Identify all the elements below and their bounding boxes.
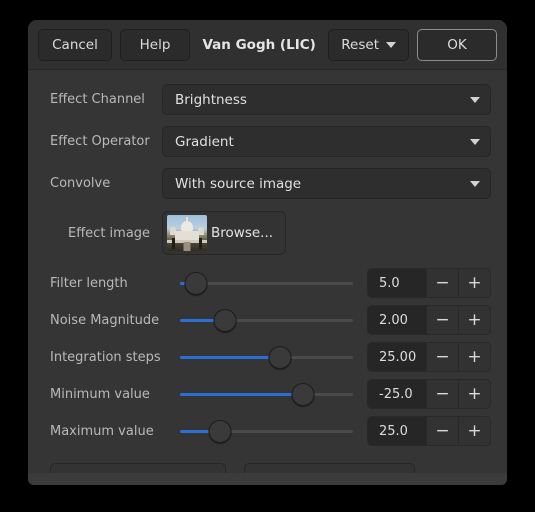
reset-button-label: Reset bbox=[341, 36, 379, 53]
decrement-button[interactable]: − bbox=[426, 269, 458, 297]
ok-button[interactable]: OK bbox=[417, 28, 497, 61]
cancel-button-label: Cancel bbox=[52, 36, 98, 53]
help-button-label: Help bbox=[139, 36, 171, 53]
integration-steps-label: Integration steps bbox=[50, 349, 161, 365]
maximum-value-input[interactable]: 25.0 bbox=[368, 417, 426, 445]
effect-channel-value: Brightness bbox=[175, 91, 247, 108]
noise-magnitude-input[interactable]: 2.00 bbox=[368, 306, 426, 334]
decrement-button[interactable]: − bbox=[426, 343, 458, 371]
slider-fill bbox=[180, 355, 281, 359]
increment-button[interactable]: + bbox=[458, 380, 490, 408]
dialog-title: Van Gogh (LIC) bbox=[202, 36, 316, 53]
reset-button[interactable]: Reset bbox=[328, 28, 409, 61]
effect-channel-label: Effect Channel bbox=[50, 92, 145, 107]
convolve-dropdown[interactable]: With source image bbox=[162, 168, 491, 199]
maximum-value-spinbox[interactable]: 25.0 − + bbox=[367, 416, 491, 446]
cancel-button[interactable]: Cancel bbox=[38, 28, 112, 61]
maximum-value-slider[interactable] bbox=[174, 416, 353, 446]
slider-handle[interactable] bbox=[184, 271, 208, 295]
effect-operator-value: Gradient bbox=[175, 133, 234, 150]
increment-button[interactable]: + bbox=[458, 343, 490, 371]
filter-length-spinbox[interactable]: 5.0 − + bbox=[367, 268, 491, 298]
browse-button-label: Browse... bbox=[211, 225, 274, 241]
slider-row-maximum-value: Maximum value 25.0 − + bbox=[40, 416, 491, 446]
effect-image-thumbnail bbox=[167, 215, 207, 251]
effect-image-row: Effect image Browse... bbox=[40, 210, 491, 256]
option-row-convolve: Convolve With source image bbox=[40, 168, 491, 199]
filter-length-label: Filter length bbox=[50, 275, 128, 291]
chevron-down-icon bbox=[470, 180, 480, 187]
decrement-button[interactable]: − bbox=[426, 417, 458, 445]
slider-handle[interactable] bbox=[268, 345, 292, 369]
increment-button[interactable]: + bbox=[458, 269, 490, 297]
filter-length-input[interactable]: 5.0 bbox=[368, 269, 426, 297]
slider-row-filter-length: Filter length 5.0 − + bbox=[40, 268, 491, 298]
slider-handle[interactable] bbox=[208, 419, 232, 443]
minimum-value-label: Minimum value bbox=[50, 386, 150, 402]
convolve-value: With source image bbox=[175, 175, 302, 192]
slider-handle[interactable] bbox=[213, 308, 237, 332]
slider-row-integration-steps: Integration steps 25.00 − + bbox=[40, 342, 491, 372]
integration-steps-slider[interactable] bbox=[174, 342, 353, 372]
noise-magnitude-spinbox[interactable]: 2.00 − + bbox=[367, 305, 491, 335]
option-row-effect-operator: Effect Operator Gradient bbox=[40, 126, 491, 157]
dialog-header: Cancel Help Van Gogh (LIC) Reset OK bbox=[28, 20, 507, 70]
effect-image-label: Effect image bbox=[68, 225, 151, 241]
effect-channel-dropdown[interactable]: Brightness bbox=[162, 84, 491, 115]
chevron-down-icon bbox=[470, 138, 480, 145]
dialog-bottom-strip bbox=[28, 473, 507, 485]
minimum-value-input[interactable]: -25.0 bbox=[368, 380, 426, 408]
integration-steps-spinbox[interactable]: 25.00 − + bbox=[367, 342, 491, 372]
chevron-down-icon bbox=[470, 96, 480, 103]
effect-operator-dropdown[interactable]: Gradient bbox=[162, 126, 491, 157]
maximum-value-label: Maximum value bbox=[50, 423, 154, 439]
slider-row-minimum-value: Minimum value -25.0 − + bbox=[40, 379, 491, 409]
effect-operator-label: Effect Operator bbox=[50, 134, 150, 149]
dialog-body: Effect Channel Brightness Effect Operato… bbox=[28, 70, 507, 485]
convolve-label: Convolve bbox=[50, 176, 111, 191]
minimum-value-slider[interactable] bbox=[174, 379, 353, 409]
slider-fill bbox=[180, 392, 303, 396]
help-button[interactable]: Help bbox=[120, 28, 190, 61]
slider-handle[interactable] bbox=[291, 382, 315, 406]
taj-tree-left bbox=[172, 238, 175, 249]
integration-steps-input[interactable]: 25.00 bbox=[368, 343, 426, 371]
browse-button[interactable]: Browse... bbox=[162, 211, 287, 255]
van-gogh-lic-dialog: Cancel Help Van Gogh (LIC) Reset OK Effe… bbox=[28, 20, 507, 485]
taj-path bbox=[183, 242, 191, 251]
chevron-down-icon bbox=[386, 41, 396, 48]
decrement-button[interactable]: − bbox=[426, 380, 458, 408]
noise-magnitude-label: Noise Magnitude bbox=[50, 312, 160, 328]
filter-length-slider[interactable] bbox=[174, 268, 353, 298]
decrement-button[interactable]: − bbox=[426, 306, 458, 334]
noise-magnitude-slider[interactable] bbox=[174, 305, 353, 335]
option-row-effect-channel: Effect Channel Brightness bbox=[40, 84, 491, 115]
slider-row-noise-magnitude: Noise Magnitude 2.00 − + bbox=[40, 305, 491, 335]
ok-button-label: OK bbox=[447, 36, 467, 53]
minimum-value-spinbox[interactable]: -25.0 − + bbox=[367, 379, 491, 409]
taj-tree-right bbox=[199, 238, 202, 249]
increment-button[interactable]: + bbox=[458, 417, 490, 445]
increment-button[interactable]: + bbox=[458, 306, 490, 334]
